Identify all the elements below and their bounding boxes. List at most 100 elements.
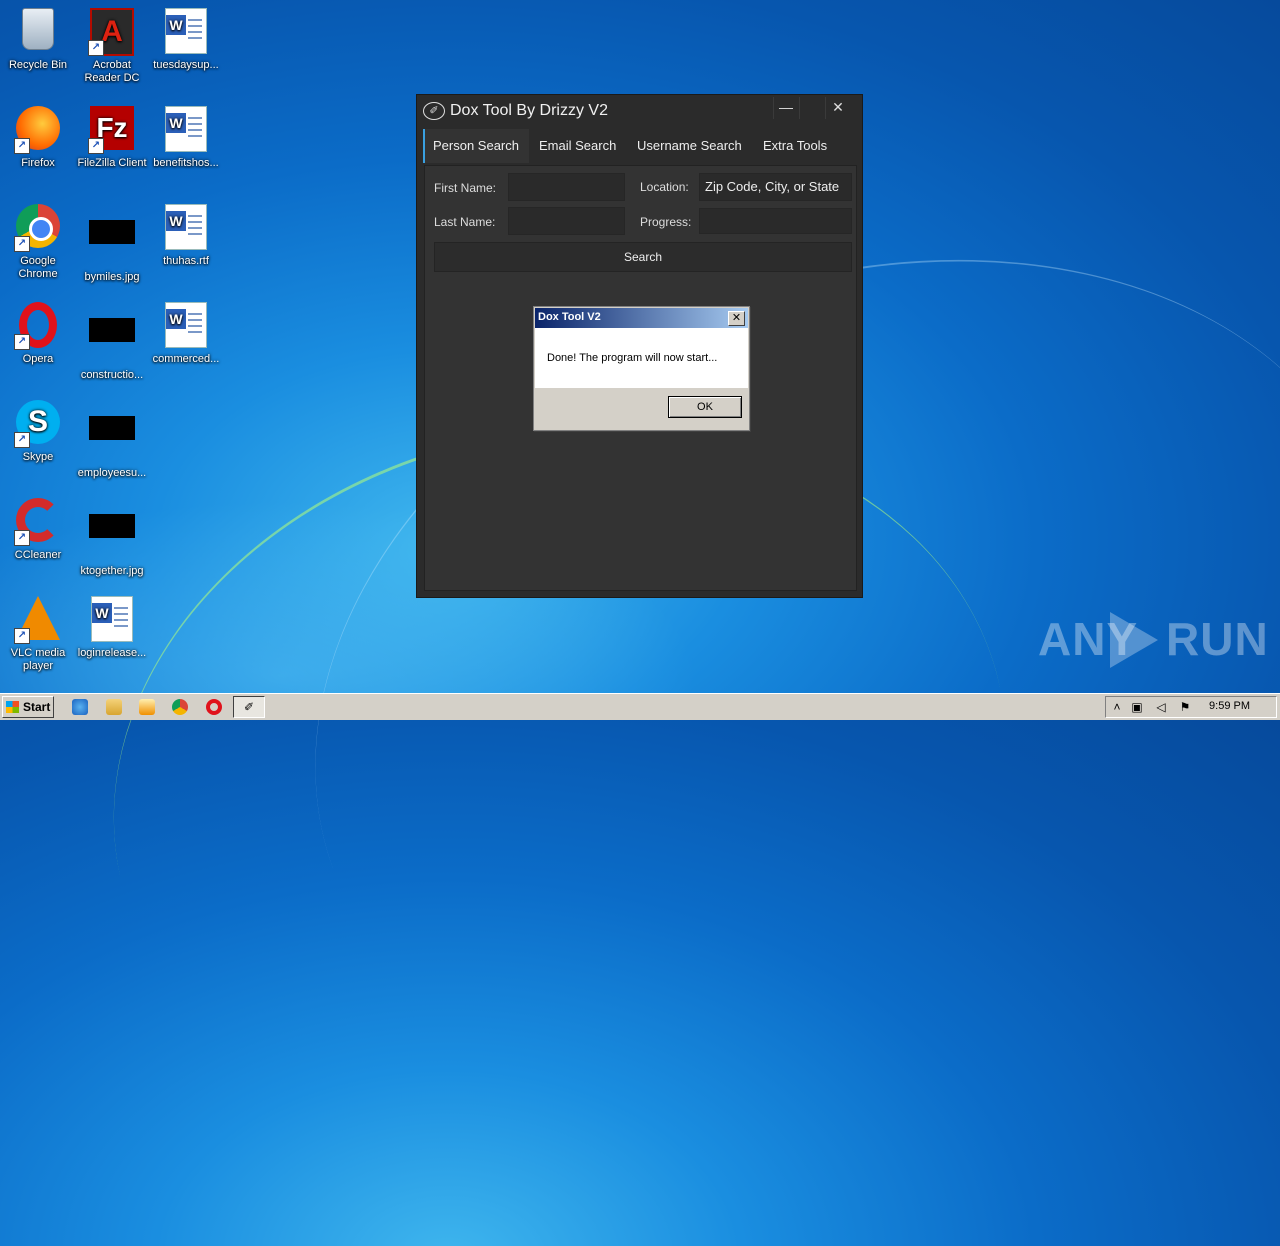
chrome-taskbar-icon[interactable] bbox=[172, 699, 188, 715]
shortcut-arrow-icon: ↗ bbox=[14, 236, 30, 252]
file-explorer-icon[interactable] bbox=[106, 699, 122, 715]
desktop-icon-tuesdaysup[interactable]: W tuesdaysup... bbox=[148, 8, 224, 72]
network-icon[interactable]: ▣ bbox=[1130, 700, 1144, 714]
tab-person-search[interactable]: Person Search bbox=[423, 129, 529, 163]
desktop-icon-label: loginrelease... bbox=[77, 647, 147, 659]
desktop-icon-firefox[interactable]: ↗ Firefox bbox=[0, 106, 76, 170]
word-document-icon: W bbox=[165, 8, 207, 54]
image-file-icon bbox=[89, 416, 135, 440]
desktop-icon-commerced[interactable]: W commerced... bbox=[148, 302, 224, 366]
close-button[interactable]: ✕ bbox=[825, 97, 850, 119]
maximize-button[interactable] bbox=[799, 97, 824, 119]
desktop-icon-constructio[interactable]: constructio... bbox=[74, 302, 150, 382]
dialog-titlebar[interactable]: Dox Tool V2 ✕ bbox=[535, 308, 748, 328]
first-name-field[interactable] bbox=[508, 173, 625, 201]
first-name-label: First Name: bbox=[434, 181, 497, 195]
desktop-icon-employeesu[interactable]: employeesu... bbox=[74, 400, 150, 480]
window-titlebar[interactable]: ✐ Dox Tool By Drizzy V2 — ✕ bbox=[417, 95, 862, 127]
shortcut-arrow-icon: ↗ bbox=[14, 432, 30, 448]
dialog-body: Done! The program will now start... bbox=[535, 328, 748, 388]
desktop-icon-label: employeesu... bbox=[77, 467, 147, 479]
app-logo-icon: ✐ bbox=[423, 102, 445, 120]
desktop-icon-label: Skype bbox=[22, 451, 54, 463]
desktop-icon-label: tuesdaysup... bbox=[153, 59, 219, 71]
show-hidden-icons-icon[interactable]: ˄ bbox=[1110, 700, 1124, 714]
desktop-icon-google-chrome[interactable]: ↗ Google Chrome bbox=[0, 204, 76, 281]
desktop-icon-label: commerced... bbox=[152, 353, 220, 365]
search-button[interactable]: Search bbox=[434, 242, 852, 272]
desktop-icon-filezilla[interactable]: Fz ↗ FileZilla Client bbox=[74, 106, 150, 170]
action-center-flag-icon[interactable]: ⚑ bbox=[1178, 700, 1192, 714]
location-field[interactable]: Zip Code, City, or State bbox=[699, 173, 852, 201]
desktop-icon-label: Acrobat Reader DC bbox=[84, 59, 140, 84]
last-name-label: Last Name: bbox=[434, 215, 496, 229]
dialog-title: Dox Tool V2 bbox=[538, 311, 601, 323]
taskbar-dox-tool-button[interactable]: ✐ bbox=[233, 696, 265, 718]
dialog-close-button[interactable]: ✕ bbox=[728, 311, 745, 326]
shortcut-arrow-icon: ↗ bbox=[14, 628, 30, 644]
word-document-icon: W bbox=[91, 596, 133, 642]
desktop-icon-label: VLC media player bbox=[10, 647, 66, 672]
watermark-play-icon bbox=[1110, 612, 1158, 668]
desktop-icon-label: Firefox bbox=[21, 157, 55, 169]
shortcut-arrow-icon: ↗ bbox=[88, 40, 104, 56]
desktop-icon-label: FileZilla Client bbox=[77, 157, 147, 169]
start-label: Start bbox=[23, 700, 51, 714]
shortcut-arrow-icon: ↗ bbox=[14, 530, 30, 546]
desktop-icon-label: bymiles.jpg bbox=[84, 271, 140, 283]
tab-bar: Person Search Email Search Username Sear… bbox=[423, 129, 857, 163]
start-button[interactable]: Start bbox=[2, 696, 54, 718]
tab-extra-tools[interactable]: Extra Tools bbox=[755, 129, 847, 163]
watermark-right: RUN bbox=[1166, 613, 1269, 665]
taskbar: Start ✐ ˄ ▣ ◁ ⚑ 9:59 PM bbox=[0, 693, 1280, 720]
desktop-icon-label: thuhas.rtf bbox=[163, 255, 209, 267]
tab-username-search[interactable]: Username Search bbox=[629, 129, 753, 163]
desktop-icon-benefitshos[interactable]: W benefitshos... bbox=[148, 106, 224, 170]
desktop-icon-recycle-bin[interactable]: Recycle Bin bbox=[0, 8, 76, 72]
recycle-bin-icon bbox=[22, 8, 54, 50]
desktop-icon-label: constructio... bbox=[80, 369, 144, 381]
location-label: Location: bbox=[640, 180, 689, 194]
desktop-icon-ccleaner[interactable]: ↗ CCleaner bbox=[0, 498, 76, 562]
message-dialog[interactable]: Dox Tool V2 ✕ Done! The program will now… bbox=[533, 306, 750, 431]
word-document-icon: W bbox=[165, 204, 207, 250]
desktop-icon-vlc[interactable]: ↗ VLC media player bbox=[0, 596, 76, 673]
tab-email-search[interactable]: Email Search bbox=[531, 129, 627, 163]
desktop-icon-label: Google Chrome bbox=[18, 255, 58, 280]
shortcut-arrow-icon: ↗ bbox=[88, 138, 104, 154]
progress-label: Progress: bbox=[640, 215, 692, 229]
desktop-icon-skype[interactable]: S ↗ Skype bbox=[0, 400, 76, 464]
desktop-icon-opera[interactable]: ↗ Opera bbox=[0, 302, 76, 366]
opera-taskbar-icon[interactable] bbox=[206, 699, 222, 715]
desktop-icon-label: CCleaner bbox=[14, 549, 62, 561]
system-tray: ˄ ▣ ◁ ⚑ 9:59 PM bbox=[1105, 696, 1277, 718]
dox-tool-taskbar-icon: ✐ bbox=[243, 700, 255, 714]
shortcut-arrow-icon: ↗ bbox=[14, 334, 30, 350]
dialog-message: Done! The program will now start... bbox=[547, 352, 718, 364]
clock[interactable]: 9:59 PM bbox=[1209, 700, 1250, 712]
desktop-icon-label: Recycle Bin bbox=[8, 59, 68, 71]
windows-logo-icon bbox=[6, 701, 19, 713]
minimize-button[interactable]: — bbox=[773, 97, 798, 119]
desktop-icon-loginrelease[interactable]: W loginrelease... bbox=[74, 596, 150, 660]
last-name-field[interactable] bbox=[508, 207, 625, 235]
window-title: Dox Tool By Drizzy V2 bbox=[450, 102, 608, 119]
word-document-icon: W bbox=[165, 302, 207, 348]
media-player-icon[interactable] bbox=[139, 699, 155, 715]
desktop-icon-label: ktogether.jpg bbox=[80, 565, 144, 577]
desktop-icon-thuhas[interactable]: W thuhas.rtf bbox=[148, 204, 224, 268]
image-file-icon bbox=[89, 514, 135, 538]
desktop-icon-ktogether[interactable]: ktogether.jpg bbox=[74, 498, 150, 578]
volume-icon[interactable]: ◁ bbox=[1154, 700, 1168, 714]
desktop-icon-acrobat[interactable]: A ↗ Acrobat Reader DC bbox=[74, 8, 150, 85]
image-file-icon bbox=[89, 220, 135, 244]
word-document-icon: W bbox=[165, 106, 207, 152]
image-file-icon bbox=[89, 318, 135, 342]
desktop-icon-label: Opera bbox=[22, 353, 54, 365]
desktop-icon-bymiles[interactable]: bymiles.jpg bbox=[74, 204, 150, 284]
progress-field bbox=[699, 208, 852, 234]
desktop-icon-label: benefitshos... bbox=[153, 157, 219, 169]
ok-button[interactable]: OK bbox=[668, 396, 742, 418]
shortcut-arrow-icon: ↗ bbox=[14, 138, 30, 154]
internet-explorer-icon[interactable] bbox=[72, 699, 88, 715]
